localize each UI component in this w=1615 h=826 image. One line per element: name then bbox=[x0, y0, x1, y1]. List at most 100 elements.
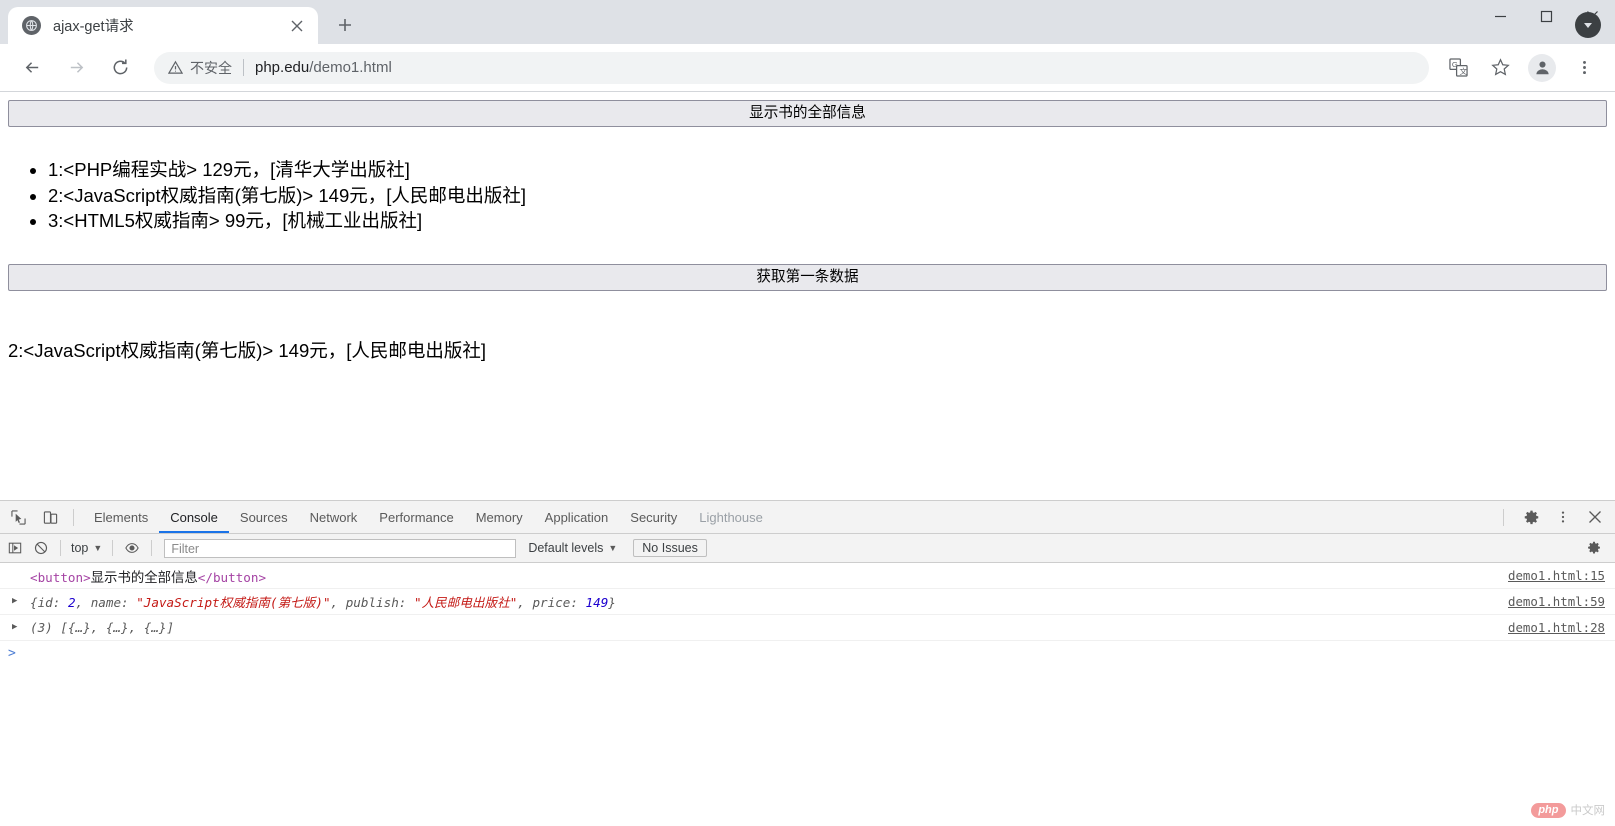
console-log-entry[interactable]: ▶ (3) [{…}, {…}, {…}] demo1.html:28 bbox=[0, 615, 1615, 641]
get-first-record-button[interactable]: 获取第一条数据 bbox=[8, 263, 1607, 291]
console-log-levels-dropdown[interactable]: Default levels ▼ bbox=[522, 541, 623, 555]
console-sidebar-icon[interactable] bbox=[2, 536, 28, 560]
url-path: /demo1.html bbox=[309, 59, 392, 76]
omnibox-divider bbox=[243, 59, 244, 76]
close-window-icon[interactable] bbox=[1569, 0, 1615, 32]
console-object-preview: {id: 2, name: "JavaScript权威指南(第七版)", pub… bbox=[30, 595, 616, 610]
divider bbox=[151, 540, 153, 556]
clear-console-icon[interactable] bbox=[28, 536, 54, 560]
security-warning-label: 不安全 bbox=[190, 59, 232, 76]
url-host: php.edu bbox=[255, 59, 310, 76]
expand-arrow-icon[interactable]: ▶ bbox=[12, 597, 26, 606]
tab-console[interactable]: Console bbox=[159, 502, 229, 533]
console-prompt-caret: > bbox=[8, 645, 16, 661]
show-all-books-button[interactable]: 显示书的全部信息 bbox=[8, 100, 1607, 127]
window-controls bbox=[1477, 0, 1615, 32]
console-filter-bar: top ▼ Filter Default levels ▼ No Issues bbox=[0, 534, 1615, 563]
star-icon[interactable] bbox=[1484, 52, 1516, 84]
inspect-element-icon[interactable] bbox=[4, 503, 32, 531]
no-issues-button[interactable]: No Issues bbox=[633, 539, 707, 557]
object-key: id bbox=[37, 595, 53, 610]
html-close-tag: </button> bbox=[197, 569, 267, 585]
console-element-preview: <button>显示书的全部信息</button> bbox=[26, 566, 1494, 586]
devtools-panel: Elements Console Sources Network Perform… bbox=[0, 500, 1615, 826]
console-prompt[interactable]: > bbox=[0, 641, 1615, 665]
object-value: 2 bbox=[67, 595, 76, 610]
new-tab-button[interactable] bbox=[328, 8, 362, 42]
tab-memory[interactable]: Memory bbox=[465, 502, 534, 533]
watermark: php 中文网 bbox=[1531, 802, 1605, 818]
tab-elements[interactable]: Elements bbox=[83, 502, 159, 533]
browser-tab[interactable]: ajax-get请求 bbox=[8, 7, 318, 44]
html-open-tag: <button> bbox=[30, 569, 91, 585]
globe-icon bbox=[22, 16, 41, 35]
maximize-icon[interactable] bbox=[1523, 0, 1569, 32]
page-viewport: 显示书的全部信息 1:<PHP编程实战> 129元，[清华大学出版社] 2:<J… bbox=[0, 92, 1615, 500]
close-icon[interactable] bbox=[1581, 503, 1609, 531]
divider bbox=[1503, 508, 1504, 526]
expand-arrow-icon[interactable]: ▶ bbox=[12, 623, 26, 632]
tab-security[interactable]: Security bbox=[619, 502, 688, 533]
result-text: 2:<JavaScript权威指南(第七版)> 149元，[人民邮电出版社] bbox=[8, 339, 487, 361]
object-key: price bbox=[532, 595, 571, 610]
chevron-down-icon: ▼ bbox=[93, 543, 103, 553]
divider bbox=[112, 540, 114, 556]
browser-toolbar: 不安全 php.edu/demo1.html G 文 bbox=[0, 44, 1615, 92]
object-value: "JavaScript权威指南(第七版)" bbox=[136, 595, 331, 610]
chevron-down-icon: ▼ bbox=[608, 543, 618, 553]
html-inner-text: 显示书的全部信息 bbox=[90, 569, 198, 585]
three-dot-menu-icon[interactable] bbox=[1568, 52, 1600, 84]
svg-text:文: 文 bbox=[1459, 66, 1467, 76]
security-warning[interactable]: 不安全 bbox=[168, 58, 232, 78]
list-item: 2:<JavaScript权威指南(第七版)> 149元，[人民邮电出版社] bbox=[48, 183, 1607, 209]
warning-triangle-icon bbox=[168, 60, 183, 75]
object-value: 149 bbox=[585, 595, 609, 610]
console-context-label: top bbox=[71, 541, 89, 555]
address-bar-url: php.edu/demo1.html bbox=[255, 59, 392, 76]
three-dot-menu-icon[interactable] bbox=[1549, 503, 1577, 531]
console-array-preview: (3) [{…}, {…}, {…}] bbox=[26, 620, 1494, 635]
tab-network[interactable]: Network bbox=[299, 502, 369, 533]
tab-sources[interactable]: Sources bbox=[229, 502, 299, 533]
arrow-right-icon bbox=[59, 51, 93, 85]
object-close-brace: } bbox=[608, 595, 616, 610]
list-item: 1:<PHP编程实战> 129元，[清华大学出版社] bbox=[48, 157, 1607, 183]
live-expression-eye-icon[interactable] bbox=[119, 536, 145, 560]
tab-performance[interactable]: Performance bbox=[368, 502, 464, 533]
tab-strip: ajax-get请求 bbox=[0, 0, 1615, 44]
device-toolbar-icon[interactable] bbox=[36, 503, 64, 531]
svg-text:G: G bbox=[1451, 60, 1457, 69]
devtools-tabbar: Elements Console Sources Network Perform… bbox=[0, 501, 1615, 534]
tab-lighthouse[interactable]: Lighthouse bbox=[688, 502, 774, 533]
array-preview-text: [{…}, {…}, {…}] bbox=[60, 620, 175, 635]
console-filter-input[interactable]: Filter bbox=[164, 538, 517, 558]
console-source-link[interactable]: demo1.html:59 bbox=[1494, 594, 1605, 609]
translate-icon[interactable]: G 文 bbox=[1442, 52, 1474, 84]
console-source-link[interactable]: demo1.html:15 bbox=[1494, 568, 1605, 583]
divider bbox=[73, 508, 74, 526]
reload-icon[interactable] bbox=[103, 51, 137, 85]
tab-application[interactable]: Application bbox=[534, 502, 620, 533]
console-context-selector[interactable]: top ▼ bbox=[67, 541, 106, 555]
address-bar[interactable]: 不安全 php.edu/demo1.html bbox=[154, 51, 1429, 84]
object-key: name bbox=[90, 595, 122, 610]
browser-window: ajax-get请求 不安全 php.edu/demo1.html G 文 显示… bbox=[0, 0, 1615, 826]
divider bbox=[60, 540, 61, 556]
person-avatar-icon[interactable] bbox=[1528, 53, 1556, 82]
object-open-brace: { bbox=[30, 595, 38, 610]
book-list: 1:<PHP编程实战> 129元，[清华大学出版社] 2:<JavaScript… bbox=[8, 157, 1607, 234]
tab-title: ajax-get请求 bbox=[53, 19, 134, 35]
arrow-left-icon[interactable] bbox=[15, 51, 49, 85]
console-log-entry[interactable]: <button>显示书的全部信息</button> demo1.html:15 bbox=[0, 563, 1615, 589]
console-log-entry[interactable]: ▶ {id: 2, name: "JavaScript权威指南(第七版)", p… bbox=[0, 589, 1615, 615]
layout-spacer bbox=[8, 234, 1607, 264]
php-logo: php bbox=[1531, 802, 1566, 818]
array-length-label: (3) bbox=[30, 620, 53, 635]
close-icon[interactable] bbox=[286, 15, 308, 37]
gear-icon[interactable] bbox=[1581, 536, 1607, 560]
object-value: "人民邮电出版社" bbox=[413, 595, 518, 610]
gear-icon[interactable] bbox=[1517, 503, 1545, 531]
console-output[interactable]: <button>显示书的全部信息</button> demo1.html:15 … bbox=[0, 563, 1615, 826]
minimize-icon[interactable] bbox=[1477, 0, 1523, 32]
console-source-link[interactable]: demo1.html:28 bbox=[1494, 620, 1605, 635]
